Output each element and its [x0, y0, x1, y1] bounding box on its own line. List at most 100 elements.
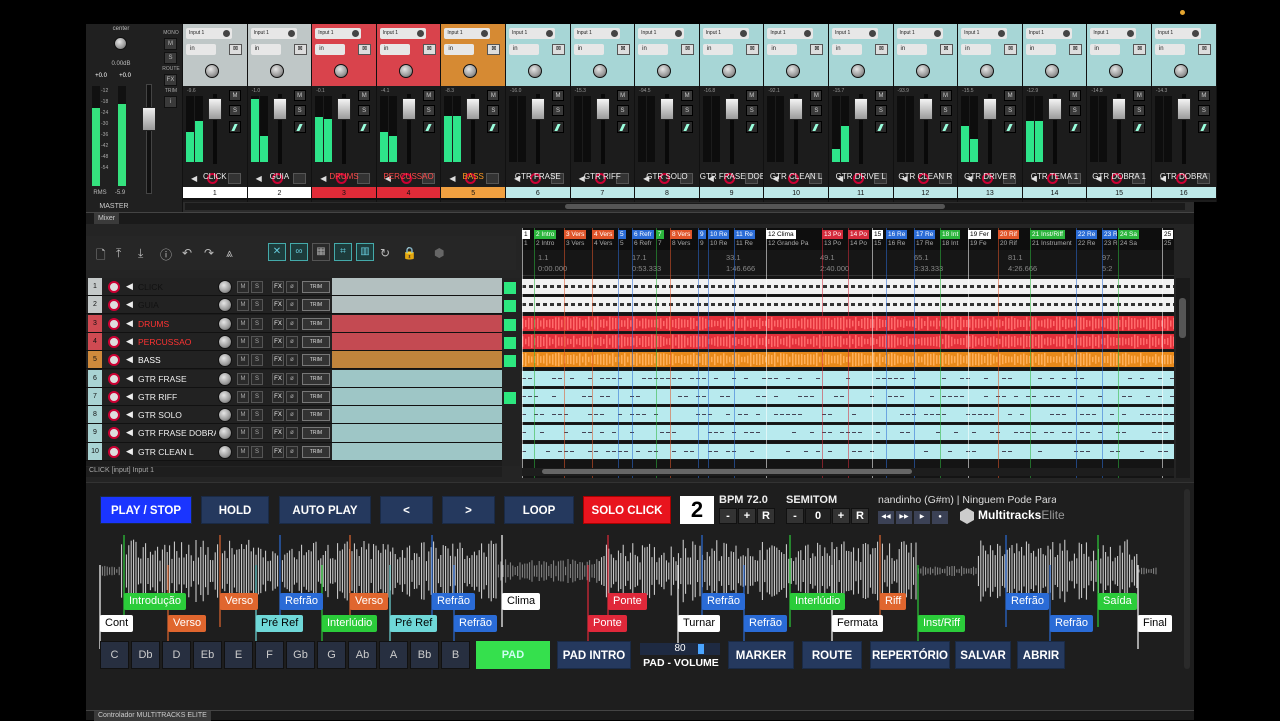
controller-scrollbar[interactable] — [1184, 489, 1190, 669]
pan-knob[interactable] — [980, 64, 995, 78]
auto-play-button[interactable]: AUTO PLAY — [279, 496, 371, 524]
fader-handle[interactable] — [1047, 98, 1062, 120]
track-phase-icon[interactable]: ø — [286, 409, 298, 422]
section-label-top[interactable]: Refrão — [280, 593, 324, 610]
marker[interactable]: 4 Vers — [592, 239, 614, 248]
fader-handle[interactable] — [466, 98, 481, 120]
input-mode-select[interactable]: in — [638, 44, 669, 55]
mute-button[interactable]: M — [874, 90, 887, 101]
track-volume-knob[interactable] — [218, 353, 232, 368]
track-mute-button[interactable]: M — [237, 390, 249, 403]
solo-button[interactable]: S — [681, 105, 694, 116]
volume-fader[interactable] — [337, 94, 352, 164]
marker[interactable]: 19 Fe — [968, 239, 989, 248]
input-mode-select[interactable]: in — [508, 44, 539, 55]
mixer-tab[interactable]: Mixer — [94, 213, 120, 224]
marker[interactable]: 19 Fer — [968, 230, 991, 239]
solo-button[interactable]: S — [874, 105, 887, 116]
volume-fader[interactable] — [208, 94, 222, 164]
section-label-top[interactable]: Introdução — [124, 593, 186, 610]
phase-toggle-icon[interactable]: ⊠ — [551, 44, 565, 55]
track-trim-button[interactable]: TRIM — [302, 281, 330, 293]
marker[interactable]: 14 Po — [848, 230, 869, 239]
marker[interactable]: 8 Vers — [670, 230, 693, 239]
track-volume-knob[interactable] — [218, 444, 232, 459]
pad-button[interactable]: PAD — [476, 641, 550, 669]
record-arm-icon[interactable] — [108, 445, 120, 458]
section-label-bottom[interactable]: Turnar — [678, 615, 720, 632]
track-solo-button[interactable]: S — [251, 390, 263, 403]
record-arm-icon[interactable] — [108, 281, 120, 293]
mute-button[interactable]: M — [358, 90, 371, 101]
key-eb-button[interactable]: Eb — [193, 641, 222, 669]
section-label-bottom[interactable]: Verso — [168, 615, 207, 632]
fader-handle[interactable] — [272, 98, 287, 120]
fx-icon[interactable] — [551, 121, 564, 133]
input-mode-select[interactable]: in — [186, 44, 216, 55]
marker[interactable]: 3 Vers — [564, 239, 586, 248]
arrange-hscroll-thumb[interactable] — [542, 469, 912, 474]
track-fx-button[interactable]: FX — [272, 354, 284, 367]
volume-fader[interactable] — [853, 94, 868, 164]
mute-button[interactable]: M — [1068, 90, 1081, 101]
fx-icon[interactable] — [681, 121, 694, 133]
speaker-icon[interactable]: ◀ — [126, 427, 133, 438]
master-side-fx-button[interactable]: FX — [164, 74, 177, 86]
marker[interactable]: 17 Re — [914, 239, 935, 248]
track-phase-icon[interactable]: ø — [286, 317, 298, 330]
track-phase-icon[interactable]: ø — [286, 445, 298, 458]
fader-handle[interactable] — [789, 98, 804, 120]
fx-icon[interactable] — [745, 121, 758, 133]
marker[interactable]: 3 Vers — [564, 230, 587, 239]
phase-toggle-icon[interactable]: ⊠ — [293, 44, 307, 55]
input-mode-select[interactable]: in — [315, 44, 346, 55]
phase-toggle-icon[interactable]: ⊠ — [874, 44, 888, 55]
section-label-bottom[interactable]: Inst/Riff — [918, 615, 966, 632]
track-row[interactable]: 9 ◀ GTR FRASE DOBRA M S FX ø TRIM — [86, 424, 502, 443]
master-volume-fader[interactable] — [142, 84, 156, 194]
record-arm-icon[interactable] — [108, 390, 120, 403]
track-mute-button[interactable]: M — [237, 335, 249, 348]
marker[interactable]: 8 Vers — [670, 239, 692, 248]
marker[interactable]: 12 Grande Pa — [766, 239, 810, 248]
marker[interactable]: 9 — [698, 230, 706, 239]
grid-icon[interactable]: ▦ — [312, 243, 330, 261]
track-row[interactable]: 3 ◀ DRUMS M S FX ø TRIM — [86, 314, 502, 333]
section-label-bottom[interactable]: Refrão — [1050, 615, 1094, 632]
mute-button[interactable]: M — [293, 90, 306, 101]
section-label-top[interactable]: Refrão — [432, 593, 476, 610]
solo-button[interactable]: S — [229, 105, 241, 116]
pad-intro-button[interactable]: PAD INTRO — [557, 641, 631, 669]
track-phase-icon[interactable]: ø — [286, 372, 298, 385]
section-label-bottom[interactable]: Pré Ref — [390, 615, 438, 632]
mute-button[interactable]: M — [745, 90, 758, 101]
record-arm-icon[interactable] — [108, 409, 120, 422]
track-fx-button[interactable]: FX — [272, 317, 284, 330]
track-solo-button[interactable]: S — [251, 354, 263, 367]
solo-button[interactable]: S — [422, 105, 435, 116]
track-solo-button[interactable]: S — [251, 317, 263, 330]
pan-knob[interactable] — [850, 64, 865, 78]
metronome-icon[interactable]: ⩓ — [226, 246, 233, 261]
mute-button[interactable]: M — [1004, 90, 1017, 101]
fx-icon[interactable] — [229, 121, 241, 133]
marker[interactable]: 13 Po — [822, 239, 843, 248]
solo-button[interactable]: S — [1068, 105, 1081, 116]
phase-toggle-icon[interactable]: ⊠ — [358, 44, 372, 55]
track-volume-knob[interactable] — [218, 371, 232, 386]
section-label-bottom[interactable]: Fermata — [832, 615, 883, 632]
track-solo-button[interactable]: S — [251, 445, 263, 458]
fx-icon[interactable] — [939, 121, 952, 133]
grid-lines-icon[interactable]: ▥ — [356, 243, 374, 261]
pan-knob[interactable] — [463, 64, 478, 78]
track-solo-button[interactable]: S — [251, 427, 263, 440]
pan-knob[interactable] — [786, 64, 801, 78]
volume-fader[interactable] — [724, 94, 739, 164]
marker[interactable]: 1 — [522, 230, 530, 239]
track-mute-button[interactable]: M — [237, 427, 249, 440]
track-mute-button[interactable]: M — [237, 354, 249, 367]
mute-button[interactable]: M — [810, 90, 823, 101]
speaker-icon[interactable]: ◀ — [126, 391, 133, 402]
track-fx-button[interactable]: FX — [272, 445, 284, 458]
marker[interactable]: 6 Refr — [632, 239, 654, 248]
